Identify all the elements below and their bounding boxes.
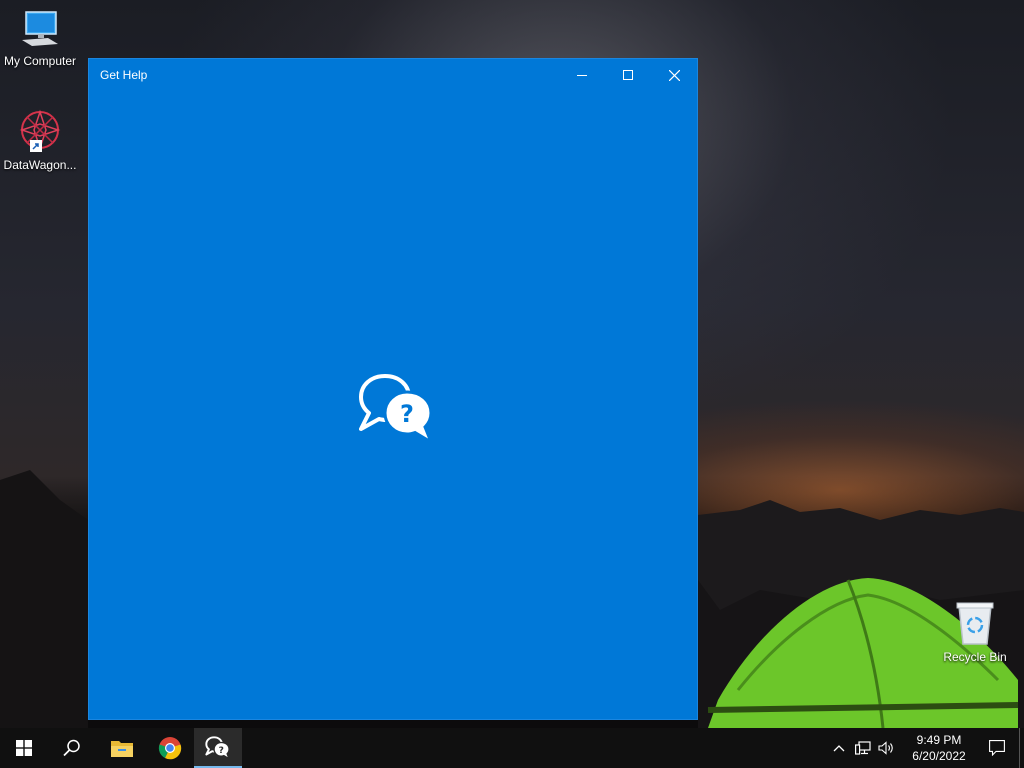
start-icon	[16, 740, 32, 756]
maximize-icon	[623, 70, 633, 80]
close-icon	[668, 69, 680, 81]
datawagon-icon	[19, 109, 61, 152]
chrome-icon	[158, 737, 182, 760]
taskbar: ? 9:49 PM 6/20/2022	[0, 728, 1024, 768]
minimize-button[interactable]	[559, 59, 605, 91]
volume-icon	[878, 741, 893, 755]
minimize-icon	[577, 75, 587, 76]
svg-text:?: ?	[400, 400, 414, 428]
recycle-bin-icon	[956, 602, 994, 645]
taskbar-clock[interactable]: 9:49 PM 6/20/2022	[903, 732, 975, 764]
taskbar-chrome[interactable]	[146, 728, 194, 768]
desktop-icon-recycle-bin[interactable]: Recycle Bin	[935, 600, 1015, 664]
window-title: Get Help	[100, 68, 148, 82]
get-help-icon: ?	[205, 736, 231, 760]
desktop-icon-datawagon[interactable]: DataWagon...	[0, 108, 80, 172]
clock-date: 6/20/2022	[912, 749, 966, 763]
clock-time: 9:49 PM	[916, 733, 962, 747]
get-help-window[interactable]: Get Help ?	[88, 58, 698, 720]
start-button[interactable]	[0, 728, 48, 768]
desktop-icon-label: DataWagon...	[3, 158, 77, 172]
window-controls	[559, 59, 697, 91]
action-center-icon	[989, 740, 1005, 756]
network-icon	[855, 741, 871, 755]
show-desktop-button[interactable]	[1019, 728, 1024, 768]
desktop-icon-my-computer[interactable]: My Computer	[0, 10, 80, 68]
desktop-icon-label: My Computer	[3, 54, 77, 68]
taskbar-file-explorer[interactable]	[98, 728, 146, 768]
svg-text:?: ?	[219, 746, 224, 756]
file-explorer-icon	[111, 741, 133, 757]
computer-icon	[22, 11, 58, 46]
system-tray: 9:49 PM 6/20/2022	[827, 728, 1024, 768]
search-button[interactable]	[48, 728, 96, 768]
show-hidden-icons-button[interactable]	[827, 728, 851, 768]
network-button[interactable]	[851, 728, 875, 768]
chevron-up-icon	[833, 745, 845, 752]
taskbar-get-help[interactable]: ?	[194, 728, 242, 768]
maximize-button[interactable]	[605, 59, 651, 91]
desktop-icon-label: Recycle Bin	[943, 650, 1007, 664]
get-help-icon: ?	[359, 374, 435, 446]
action-center-button[interactable]	[975, 728, 1019, 768]
search-icon	[63, 739, 80, 757]
close-button[interactable]	[651, 59, 697, 91]
volume-button[interactable]	[875, 728, 899, 768]
window-titlebar[interactable]: Get Help	[89, 59, 697, 91]
